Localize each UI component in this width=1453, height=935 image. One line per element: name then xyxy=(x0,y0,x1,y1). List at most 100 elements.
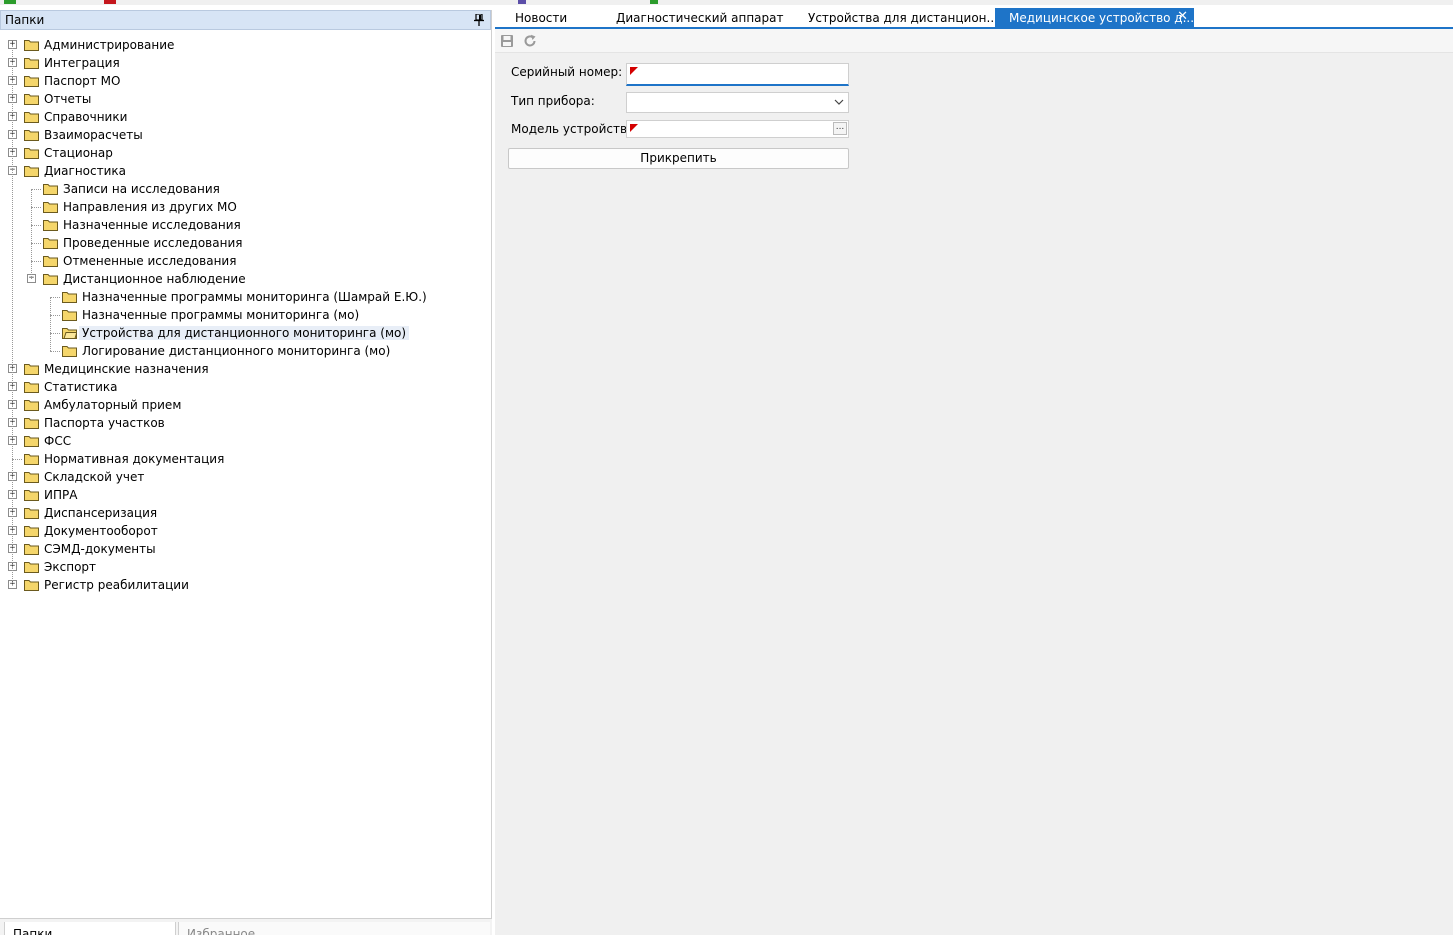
device-model-input[interactable]: ... xyxy=(626,120,849,138)
folder-icon xyxy=(62,328,77,339)
content-pane: Новости Диагностический аппарат Устройст… xyxy=(495,8,1453,935)
tree-item-label[interactable]: Назначенные программы мониторинга (Шамра… xyxy=(82,290,427,304)
tree-connector xyxy=(31,189,41,190)
form-toolbar xyxy=(495,29,1453,53)
folder-icon xyxy=(43,256,58,267)
tree-item-label[interactable]: Устройства для дистанционного мониторинг… xyxy=(79,326,410,340)
tree-item-label[interactable]: Статистика xyxy=(44,380,118,394)
tree-item-label[interactable]: Медицинские назначения xyxy=(44,362,209,376)
folder-icon xyxy=(24,418,39,429)
tree-item-label[interactable]: Стационар xyxy=(44,146,113,160)
tree-item-label[interactable]: Отмененные исследования xyxy=(63,254,236,268)
tree-connector xyxy=(12,459,22,460)
tree-item-label[interactable]: Проведенные исследования xyxy=(63,236,242,250)
tab-favorites[interactable]: Избранное xyxy=(178,922,490,935)
browse-button[interactable]: ... xyxy=(833,122,847,135)
tree-item-label[interactable]: Регистр реабилитации xyxy=(44,578,189,592)
folder-icon xyxy=(62,292,77,303)
refresh-icon[interactable] xyxy=(523,34,537,48)
tree-item-label[interactable]: ИПРА xyxy=(44,488,77,502)
tree-item-label[interactable]: Записи на исследования xyxy=(63,182,220,196)
tree-connector xyxy=(50,297,60,298)
folder-icon xyxy=(24,490,39,501)
folder-icon xyxy=(24,76,39,87)
tree-item-label[interactable]: Справочники xyxy=(44,110,127,124)
tab-news[interactable]: Новости xyxy=(515,8,605,27)
tab-remote-devices[interactable]: Устройства для дистанцион... xyxy=(808,8,998,27)
tree-item-label[interactable]: Документооборот xyxy=(44,524,158,538)
pin-icon[interactable] xyxy=(474,14,484,26)
folder-icon xyxy=(62,310,77,321)
tree-item-label[interactable]: Отчеты xyxy=(44,92,91,106)
device-type-label: Тип прибора: xyxy=(511,94,595,108)
folder-icon xyxy=(24,382,39,393)
panel-bottom-tabs: Папки Избранное xyxy=(0,918,492,935)
tree-guide-line xyxy=(31,189,32,279)
folder-icon xyxy=(24,364,39,375)
tree-item-label[interactable]: СЭМД-документы xyxy=(44,542,156,556)
tab-medical-device[interactable]: Медицинское устройство д... ✕ xyxy=(995,8,1194,27)
folders-panel: Папки + Администрирование + Интеграция + Пасп… xyxy=(0,10,492,935)
tree-item-label[interactable]: Диагностика xyxy=(44,164,126,178)
folder-icon xyxy=(43,238,58,249)
folder-icon xyxy=(24,544,39,555)
tab-folders[interactable]: Папки xyxy=(4,922,176,935)
top-toolbar-strip xyxy=(0,0,1453,5)
tree-item-label[interactable]: Амбулаторный прием xyxy=(44,398,181,412)
tree-item-label[interactable]: Взаиморасчеты xyxy=(44,128,143,142)
save-icon[interactable] xyxy=(500,34,514,48)
tree-item-label[interactable]: Нормативная документация xyxy=(44,452,224,466)
tree-item-label[interactable]: Интеграция xyxy=(44,56,120,70)
tree-item-label[interactable]: Назначенные программы мониторинга (мо) xyxy=(82,308,359,322)
toolbar-icon-green[interactable] xyxy=(4,0,16,4)
document-tabbar: Новости Диагностический аппарат Устройст… xyxy=(495,8,1453,29)
tree-item-label[interactable]: ФСС xyxy=(44,434,71,448)
tab-diagnostic-device[interactable]: Диагностический аппарат xyxy=(616,8,796,27)
folder-icon xyxy=(24,580,39,591)
folder-icon xyxy=(43,274,58,285)
folder-icon xyxy=(24,436,39,447)
close-icon[interactable]: ✕ xyxy=(1177,9,1188,24)
tree-item-label[interactable]: Экспорт xyxy=(44,560,96,574)
tree-item-label[interactable]: Направления из других МО xyxy=(63,200,237,214)
folder-icon xyxy=(24,58,39,69)
tree-connector xyxy=(50,351,60,352)
folder-icon xyxy=(24,130,39,141)
folder-icon xyxy=(24,148,39,159)
tree-item-label[interactable]: Паспорта участков xyxy=(44,416,165,430)
folders-panel-title: Папки xyxy=(5,13,45,27)
tree-item-label[interactable]: Назначенные исследования xyxy=(63,218,241,232)
tree-connector xyxy=(31,225,41,226)
tree-item-label[interactable]: Логирование дистанционного мониторинга (… xyxy=(82,344,390,358)
folder-icon xyxy=(24,94,39,105)
serial-number-label: Серийный номер: xyxy=(511,65,623,79)
folder-icon xyxy=(24,400,39,411)
device-type-select[interactable] xyxy=(626,92,849,113)
folders-panel-header: Папки xyxy=(0,10,491,30)
folder-icon xyxy=(43,202,58,213)
attach-button[interactable]: Прикрепить xyxy=(508,148,849,169)
toolbar-icon-green-2[interactable] xyxy=(650,0,658,4)
folder-icon xyxy=(24,112,39,123)
folder-icon xyxy=(24,562,39,573)
folder-icon xyxy=(62,346,77,357)
tree-guide-line xyxy=(12,45,13,585)
required-flag-icon xyxy=(630,124,638,132)
tree-item-label[interactable]: Складской учет xyxy=(44,470,144,484)
tab-label: Медицинское устройство д... xyxy=(1009,11,1195,25)
folder-icon xyxy=(43,184,58,195)
tree-item-label[interactable]: Дистанционное наблюдение xyxy=(63,272,246,286)
tree-item-label[interactable]: Паспорт МО xyxy=(44,74,120,88)
serial-number-input[interactable] xyxy=(626,63,849,86)
tree-item-label[interactable]: Диспансеризация xyxy=(44,506,157,520)
toolbar-icon-purple[interactable] xyxy=(518,0,526,4)
tree-connector xyxy=(50,333,60,334)
device-model-label: Модель устройства: xyxy=(511,122,639,136)
tab-label: Устройства для дистанцион... xyxy=(808,11,998,25)
folder-icon xyxy=(24,508,39,519)
tree-guide-line xyxy=(50,297,51,351)
toolbar-icon-red[interactable] xyxy=(104,0,116,4)
folder-icon xyxy=(24,166,39,177)
tree-item-label[interactable]: Администрирование xyxy=(44,38,174,52)
chevron-down-icon[interactable] xyxy=(834,98,844,106)
